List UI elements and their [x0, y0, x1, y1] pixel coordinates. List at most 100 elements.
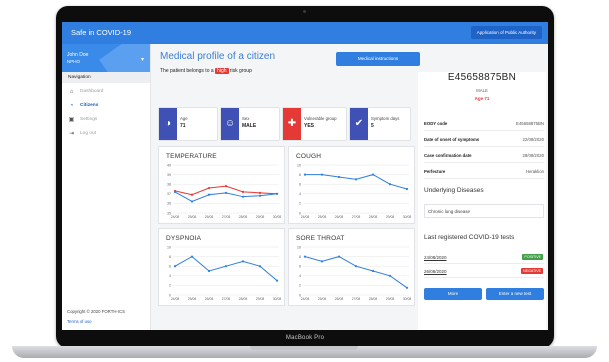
x-tick-label: 26/08 — [205, 297, 214, 301]
card-value: YES — [304, 123, 315, 129]
new-test-button[interactable]: Enter a new test — [486, 288, 544, 300]
card-label: Sex — [242, 116, 250, 121]
data-point — [241, 260, 245, 263]
data-point — [354, 178, 358, 181]
x-tick-label: 26/08 — [205, 215, 214, 219]
data-point — [371, 173, 375, 176]
terms-link[interactable]: Terms of use — [67, 319, 92, 324]
temperature-chart: TEMPERATURE 40 39 38 37 36 35 24/08 25/08 26/08 2… — [158, 146, 285, 224]
data-point — [241, 190, 245, 193]
data-point — [258, 265, 262, 268]
citizens-icon: ◔ — [69, 103, 74, 109]
detail-row: Case confirmation date 28/08/2020 — [424, 150, 544, 163]
x-tick-label: 24/08 — [301, 215, 310, 219]
y-tick-label: 2 — [299, 202, 301, 206]
cough-chart: COUGH 10 8 6 4 2 0 24/08 25/08 26/08 27/08 28/08 29… — [288, 146, 415, 224]
card-value: 71 — [180, 123, 186, 129]
test-row[interactable]: 24/08/2020 POSITIVE — [424, 252, 544, 264]
sore_throat-chart-svg: 108642024/08 25/08 26/08 27/08 28/08 29/08 30/… — [297, 245, 411, 301]
y-tick-label: 6 — [169, 265, 171, 269]
y-tick-label: 8 — [299, 173, 301, 177]
disease-item: Chronic lung disease — [424, 204, 544, 218]
detail-row: EODY code E45658875BN — [424, 118, 544, 131]
top-bar: Safe in COVID-19 Application of Public A… — [62, 22, 548, 44]
sidebar-item-dashboard[interactable]: ⌂ Dashboard — [62, 86, 150, 98]
y-tick-label: 4 — [299, 192, 301, 196]
x-tick-label: 27/08 — [222, 215, 231, 219]
sidebar-item-settings[interactable]: ▣ Settings — [62, 114, 150, 126]
symptom-days-card: ✔ Symptom days 5 — [349, 107, 411, 141]
page-subtitle: The patient belongs to a high risk group — [160, 68, 252, 74]
test-row[interactable]: 26/08/2020 NEGATIVE — [424, 266, 544, 278]
user-box[interactable]: John Doe NPHO ▾ — [62, 44, 150, 72]
device-label: MacBook Pro — [285, 335, 325, 341]
data-point — [354, 265, 358, 268]
patient-age: Age 71 — [474, 96, 490, 101]
sidebar: John Doe NPHO ▾ Navigation ⌂ Dashboard ◔… — [62, 44, 151, 330]
y-tick-label: 36 — [167, 202, 171, 206]
logout-icon: ⇥ — [68, 131, 75, 137]
x-tick-label: 26/08 — [335, 215, 344, 219]
patient-id: E45658875BN — [447, 72, 517, 83]
data-point — [207, 186, 211, 190]
symptom-icon-box: ✔ — [350, 108, 368, 140]
data-point — [303, 255, 307, 258]
sore-throat-chart: SORE THROAT 10 8 6 4 2 0 24/08 25/08 26/08 27/08 2… — [288, 228, 415, 306]
patient-sex: MALE — [476, 88, 488, 93]
chevron-down-icon[interactable]: ▾ — [141, 56, 144, 63]
test-date[interactable]: 26/08/2020 — [424, 269, 447, 274]
y-tick-label: 8 — [299, 255, 301, 259]
age-card: ◑ Age 71 — [158, 107, 218, 141]
patient-details-panel: E45658875BN MALE Age 71 EODY code E45658… — [418, 72, 546, 330]
y-tick-label: 6 — [299, 265, 301, 269]
x-tick-label: 27/08 — [222, 297, 231, 301]
x-tick-label: 27/08 — [352, 297, 361, 301]
x-tick-label: 28/08 — [239, 297, 248, 301]
x-tick-label: 24/08 — [301, 297, 310, 301]
series-line — [304, 256, 408, 289]
main-content: Medical profile of a citizen The patient… — [150, 44, 548, 330]
x-tick-label: 30/08 — [273, 215, 282, 219]
laptop-base — [12, 346, 597, 358]
card-value: 5 — [371, 123, 374, 129]
data-point — [275, 279, 279, 282]
data-point — [405, 187, 409, 191]
y-tick-label: 10 — [297, 245, 301, 249]
y-tick-label: 38 — [167, 183, 171, 187]
sex-card: ☺ Sex MALE — [220, 107, 280, 141]
vulnerable-icon-box: ✚ — [283, 108, 301, 140]
sidebar-item-label: Citizens — [80, 103, 99, 108]
x-tick-label: 28/08 — [369, 215, 378, 219]
data-point — [320, 173, 324, 176]
page-title: Medical profile of a citizen — [160, 51, 276, 62]
y-tick-label: 40 — [167, 163, 171, 167]
sidebar-item-citizens[interactable]: ◔ Citizens — [62, 100, 150, 112]
dyspnoia-chart: DYSPNOIA 10 8 6 4 2 0 24/08 25/08 26/08 27/08 28/0… — [158, 228, 285, 306]
more-button[interactable]: More — [424, 288, 482, 300]
y-tick-label: 2 — [169, 284, 171, 288]
y-tick-label: 6 — [299, 183, 301, 187]
data-point — [320, 260, 324, 263]
card-value: MALE — [242, 123, 257, 129]
sidebar-item-logout[interactable]: ⇥ Log out — [62, 128, 150, 140]
sidebar-item-label: Log out — [80, 131, 97, 136]
data-point — [173, 265, 177, 268]
authority-button[interactable]: Application of Public Authority — [470, 26, 542, 39]
camera-dot — [303, 10, 306, 13]
cough-chart-svg: 108642024/08 25/08 26/08 27/08 28/08 29/08 30/… — [297, 163, 411, 219]
test-date[interactable]: 24/08/2020 — [424, 255, 447, 260]
x-tick-label: 25/08 — [318, 215, 327, 219]
detail-value: 22/08/2020 — [522, 137, 544, 142]
x-tick-label: 29/08 — [256, 297, 265, 301]
detail-key: Case confirmation date — [424, 153, 472, 158]
medical-instructions-button[interactable]: Medical instructions — [336, 52, 420, 66]
data-point — [258, 194, 262, 197]
data-point — [241, 195, 245, 198]
vulnerable-card: ✚ Vulnerable group YES — [282, 107, 347, 141]
data-point — [258, 191, 262, 194]
data-point — [337, 175, 341, 179]
diseases-heading: Underlying Diseases — [424, 187, 484, 194]
y-tick-label: 10 — [297, 163, 301, 167]
user-name: John Doe — [67, 52, 89, 58]
data-point — [207, 269, 211, 273]
